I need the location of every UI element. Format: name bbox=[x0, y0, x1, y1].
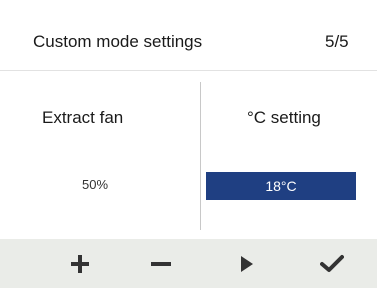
header: Custom mode settings 5/5 bbox=[0, 0, 377, 71]
toolbar bbox=[0, 239, 377, 288]
temperature-value-text: 18°C bbox=[265, 178, 297, 194]
page-indicator: 5/5 bbox=[325, 32, 349, 51]
confirm-button[interactable] bbox=[302, 239, 362, 288]
next-button[interactable] bbox=[217, 239, 277, 288]
page-title: Custom mode settings bbox=[33, 32, 203, 51]
plus-icon bbox=[71, 254, 89, 273]
extract-fan-value[interactable]: 50% bbox=[82, 177, 108, 192]
temperature-setting-value[interactable]: 18°C bbox=[206, 172, 356, 200]
temperature-setting-label: °C setting bbox=[247, 108, 321, 127]
play-icon bbox=[241, 255, 253, 272]
minus-button[interactable] bbox=[131, 239, 191, 288]
minus-icon bbox=[151, 261, 171, 266]
plus-button[interactable] bbox=[50, 239, 110, 288]
column-divider bbox=[200, 82, 201, 230]
extract-fan-label: Extract fan bbox=[42, 108, 124, 127]
checkmark-icon bbox=[320, 254, 344, 272]
settings-screen: Custom mode settings 5/5 Extract fan °C … bbox=[0, 0, 377, 288]
